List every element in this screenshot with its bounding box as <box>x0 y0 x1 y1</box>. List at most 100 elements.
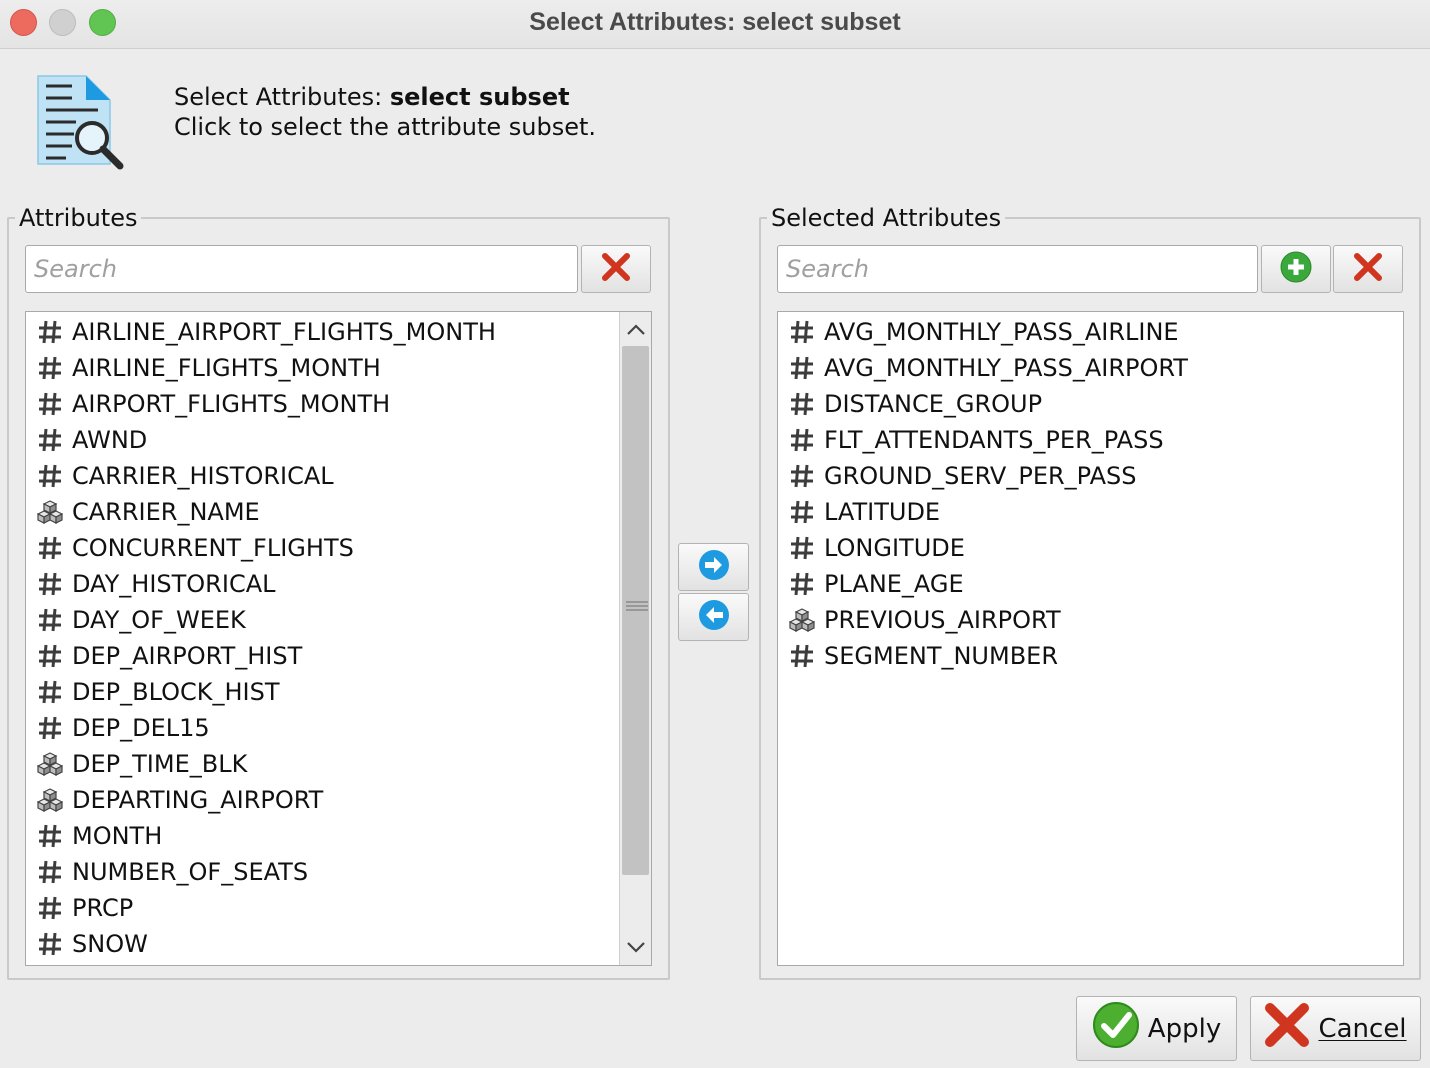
hash-icon <box>32 314 68 350</box>
list-item[interactable]: AIRLINE_AIRPORT_FLIGHTS_MONTH <box>26 314 651 350</box>
list-item[interactable]: DEP_DEL15 <box>26 710 651 746</box>
attributes-search-input[interactable] <box>25 245 578 293</box>
list-item[interactable]: LONGITUDE <box>778 530 1403 566</box>
list-item-label: CARRIER_HISTORICAL <box>72 462 334 490</box>
hash-icon <box>784 566 820 602</box>
hash-icon <box>784 422 820 458</box>
list-item-label: AVG_MONTHLY_PASS_AIRLINE <box>824 318 1179 346</box>
list-item-label: MONTH <box>72 822 163 850</box>
header-description: Click to select the attribute subset. <box>174 113 597 141</box>
list-item[interactable]: NUMBER_OF_SEATS <box>26 854 651 890</box>
cubes-icon <box>32 746 68 782</box>
list-item[interactable]: CONCURRENT_FLIGHTS <box>26 530 651 566</box>
list-item-label: GROUND_SERV_PER_PASS <box>824 462 1137 490</box>
list-item[interactable]: DEP_BLOCK_HIST <box>26 674 651 710</box>
list-item[interactable]: MONTH <box>26 818 651 854</box>
add-to-selected-button[interactable] <box>678 543 749 591</box>
hash-icon <box>32 638 68 674</box>
grip-icon <box>626 601 648 611</box>
header-text: Select Attributes: select subset Click t… <box>174 82 596 142</box>
hash-icon <box>32 890 68 926</box>
list-item-label: DAY_HISTORICAL <box>72 570 276 598</box>
cubes-icon <box>32 494 68 530</box>
attributes-clear-search-button[interactable] <box>581 245 651 293</box>
list-item-label: AIRLINE_FLIGHTS_MONTH <box>72 354 381 382</box>
arrow-left-icon <box>698 599 730 635</box>
selected-add-button[interactable] <box>1261 245 1331 293</box>
list-item-label: SNOW <box>72 930 148 958</box>
list-item[interactable]: DEP_TIME_BLK <box>26 746 651 782</box>
list-item[interactable]: AIRLINE_FLIGHTS_MONTH <box>26 350 651 386</box>
cancel-label: Cancel <box>1318 1013 1407 1044</box>
list-item[interactable]: DEP_AIRPORT_HIST <box>26 638 651 674</box>
hash-icon <box>32 926 68 962</box>
list-item[interactable]: DISTANCE_GROUP <box>778 386 1403 422</box>
attributes-list[interactable]: AIRLINE_AIRPORT_FLIGHTS_MONTH AIRLINE_FLI… <box>25 311 652 966</box>
list-item-label: DEP_BLOCK_HIST <box>72 678 280 706</box>
scroll-up-arrow-icon[interactable] <box>620 314 651 346</box>
attributes-panel-legend: Attributes <box>19 204 138 232</box>
hash-icon <box>32 710 68 746</box>
list-item[interactable]: FLT_ATTENDANTS_PER_PASS <box>778 422 1403 458</box>
list-item[interactable]: DEPARTING_AIRPORT <box>26 782 651 818</box>
selected-clear-search-button[interactable] <box>1333 245 1403 293</box>
hash-icon <box>784 458 820 494</box>
list-item-label: DEP_TIME_BLK <box>72 750 248 778</box>
attributes-scrollbar[interactable] <box>619 312 651 965</box>
list-item[interactable]: SEGMENT_NUMBER <box>778 638 1403 674</box>
list-item-label: DISTANCE_GROUP <box>824 390 1043 418</box>
list-item[interactable]: AVG_MONTHLY_PASS_AIRLINE <box>778 314 1403 350</box>
apply-button[interactable]: Apply <box>1076 996 1237 1061</box>
list-item-label: FLT_ATTENDANTS_PER_PASS <box>824 426 1164 454</box>
header-title: Select Attributes: select subset <box>174 83 570 111</box>
scroll-thumb[interactable] <box>622 346 649 875</box>
remove-from-selected-button[interactable] <box>678 593 749 641</box>
list-item-label: PRCP <box>72 894 134 922</box>
list-item[interactable]: GROUND_SERV_PER_PASS <box>778 458 1403 494</box>
list-item[interactable]: DAY_HISTORICAL <box>26 566 651 602</box>
list-item-label: LATITUDE <box>824 498 941 526</box>
list-item[interactable]: PREVIOUS_AIRPORT <box>778 602 1403 638</box>
hash-icon <box>32 458 68 494</box>
hash-icon <box>784 638 820 674</box>
list-item[interactable]: CARRIER_NAME <box>26 494 651 530</box>
list-item[interactable]: CARRIER_HISTORICAL <box>26 458 651 494</box>
hash-icon <box>784 386 820 422</box>
list-item-label: CONCURRENT_FLIGHTS <box>72 534 354 562</box>
hash-icon <box>32 530 68 566</box>
red-x-icon <box>601 252 631 286</box>
cancel-button[interactable]: Cancel <box>1250 996 1421 1061</box>
list-item-label: NUMBER_OF_SEATS <box>72 858 309 886</box>
selected-search-input[interactable] <box>777 245 1258 293</box>
list-item[interactable]: AWND <box>26 422 651 458</box>
list-item-label: DEP_AIRPORT_HIST <box>72 642 303 670</box>
list-item-label: DEPARTING_AIRPORT <box>72 786 324 814</box>
apply-label: Apply <box>1147 1013 1222 1044</box>
list-item[interactable]: AIRPORT_FLIGHTS_MONTH <box>26 386 651 422</box>
hash-icon <box>784 350 820 386</box>
selected-attributes-list[interactable]: AVG_MONTHLY_PASS_AIRLINE AVG_MONTHLY_PASS… <box>777 311 1404 966</box>
list-item-label: LONGITUDE <box>824 534 965 562</box>
list-item[interactable]: AVG_MONTHLY_PASS_AIRPORT <box>778 350 1403 386</box>
list-item-label: PREVIOUS_AIRPORT <box>824 606 1061 634</box>
green-plus-icon <box>1280 251 1312 287</box>
window-title: Select Attributes: select subset <box>529 8 901 36</box>
list-item-label: AIRPORT_FLIGHTS_MONTH <box>72 390 391 418</box>
arrow-right-icon <box>698 549 730 585</box>
hash-icon <box>32 674 68 710</box>
list-item[interactable]: PRCP <box>26 890 651 926</box>
attributes-list-items: AIRLINE_AIRPORT_FLIGHTS_MONTH AIRLINE_FLI… <box>26 312 651 962</box>
list-item[interactable]: PLANE_AGE <box>778 566 1403 602</box>
list-item[interactable]: SNOW <box>26 926 651 962</box>
list-item-label: AIRLINE_AIRPORT_FLIGHTS_MONTH <box>72 318 496 346</box>
hash-icon <box>784 494 820 530</box>
title-bar: Select Attributes: select subset <box>0 0 1430 49</box>
hash-icon <box>32 602 68 638</box>
scroll-down-arrow-icon[interactable] <box>620 931 651 963</box>
list-item[interactable]: LATITUDE <box>778 494 1403 530</box>
selected-panel-legend: Selected Attributes <box>771 204 1002 232</box>
list-item[interactable]: DAY_OF_WEEK <box>26 602 651 638</box>
document-search-icon <box>34 72 126 174</box>
list-item-label: CARRIER_NAME <box>72 498 260 526</box>
cubes-icon <box>32 782 68 818</box>
